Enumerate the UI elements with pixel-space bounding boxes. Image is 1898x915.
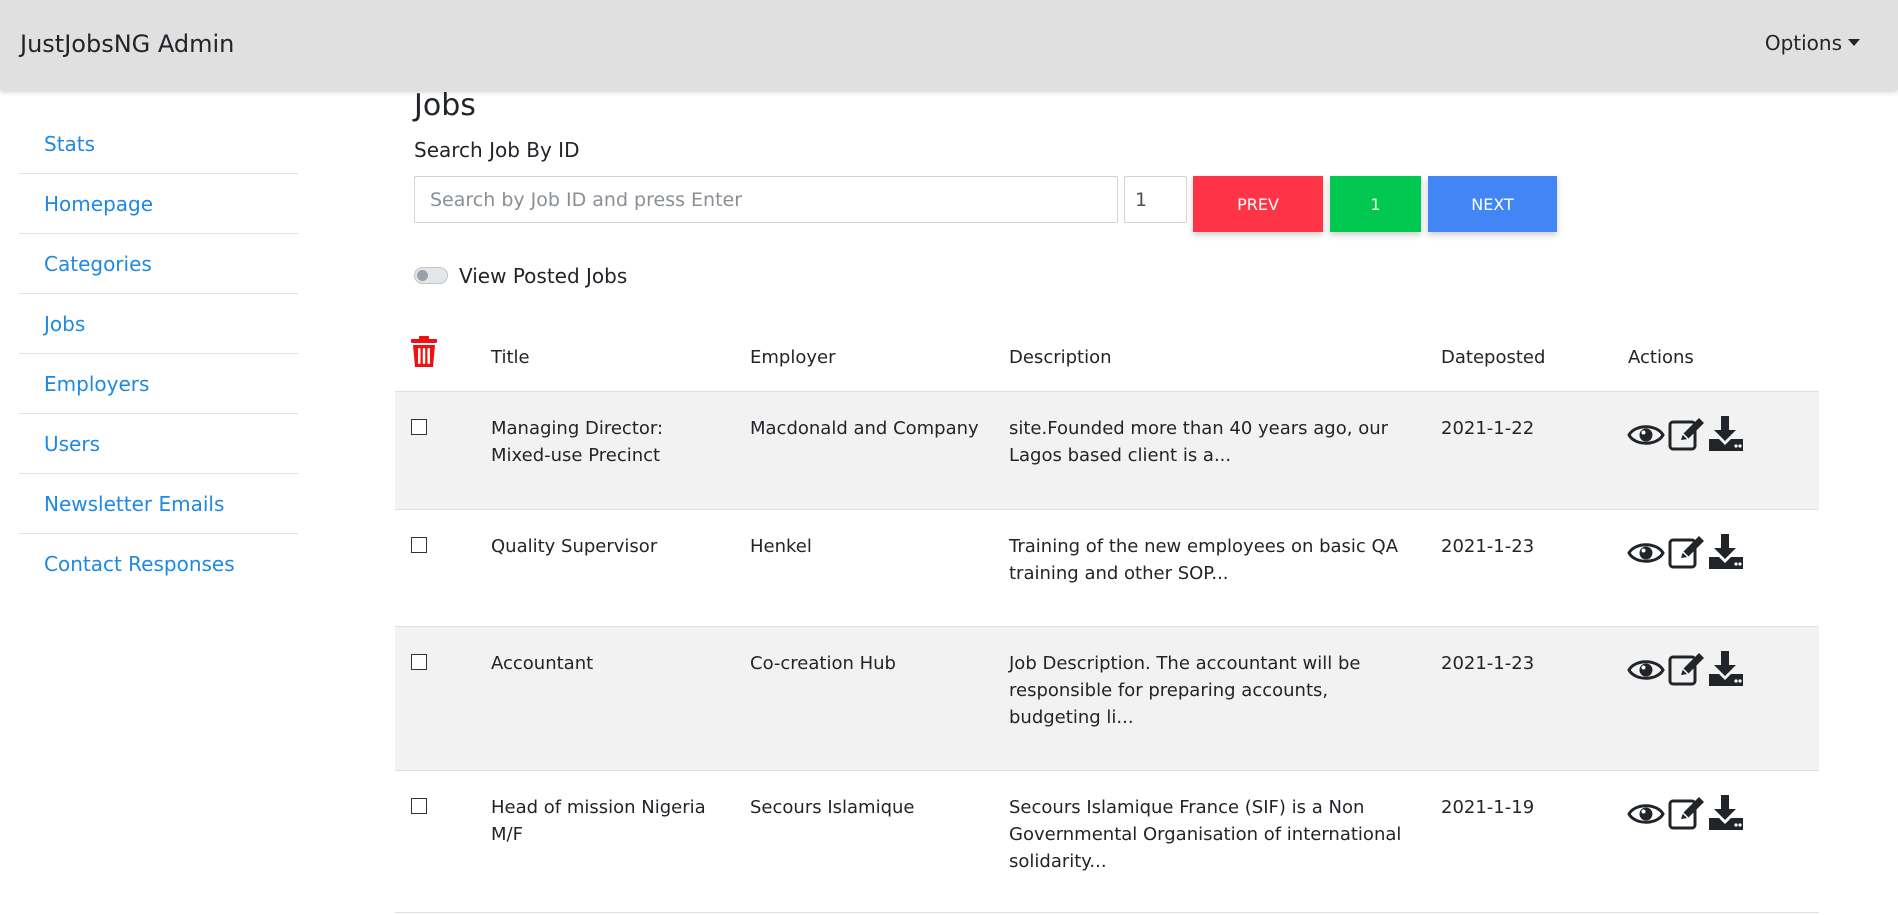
sidebar-item-categories[interactable]: Categories bbox=[19, 234, 298, 294]
row-description: Training of the new employees on basic Q… bbox=[1009, 536, 1399, 584]
download-icon[interactable] bbox=[1707, 534, 1745, 574]
row-checkbox[interactable] bbox=[411, 419, 427, 435]
brand-title[interactable]: JustJobsNG Admin bbox=[20, 30, 234, 58]
row-dateposted: 2021-1-19 bbox=[1441, 797, 1535, 818]
view-posted-jobs-toggle[interactable] bbox=[414, 267, 448, 284]
edit-icon[interactable] bbox=[1667, 651, 1705, 691]
sidebar-item-stats[interactable]: Stats bbox=[19, 114, 298, 174]
row-title: Quality Supervisor bbox=[491, 536, 658, 557]
row-employer: Henkel bbox=[750, 536, 812, 557]
sidebar-item-homepage[interactable]: Homepage bbox=[19, 174, 298, 234]
sidebar-item-users[interactable]: Users bbox=[19, 414, 298, 474]
row-checkbox[interactable] bbox=[411, 654, 427, 670]
edit-icon[interactable] bbox=[1667, 795, 1705, 835]
row-dateposted: 2021-1-23 bbox=[1441, 536, 1535, 557]
table-row: Head of mission Nigeria M/F Secours Isla… bbox=[395, 770, 1819, 912]
header-description: Description bbox=[1009, 347, 1112, 368]
table-bottom-border bbox=[395, 912, 1819, 913]
row-employer: Macdonald and Company bbox=[750, 418, 979, 439]
row-checkbox[interactable] bbox=[411, 798, 427, 814]
page-title: Jobs bbox=[414, 88, 476, 123]
sidebar-item-employers[interactable]: Employers bbox=[19, 354, 298, 414]
search-label: Search Job By ID bbox=[414, 138, 580, 162]
header-actions: Actions bbox=[1628, 347, 1694, 368]
row-dateposted: 2021-1-22 bbox=[1441, 418, 1535, 439]
row-description: Secours Islamique France (SIF) is a Non … bbox=[1009, 797, 1402, 872]
sidebar-item-newsletter-emails[interactable]: Newsletter Emails bbox=[19, 474, 298, 534]
row-description: Job Description. The accountant will be … bbox=[1009, 653, 1361, 728]
eye-icon[interactable] bbox=[1627, 795, 1665, 835]
options-label: Options bbox=[1764, 31, 1842, 55]
sidebar-nav: Stats Homepage Categories Jobs Employers… bbox=[19, 114, 298, 594]
row-employer: Co-creation Hub bbox=[750, 653, 896, 674]
eye-icon[interactable] bbox=[1627, 651, 1665, 691]
sidebar-item-jobs[interactable]: Jobs bbox=[19, 294, 298, 354]
top-navbar: JustJobsNG Admin Options bbox=[0, 0, 1898, 90]
toggle-label: View Posted Jobs bbox=[459, 264, 628, 288]
row-title: Managing Director: Mixed-use Precinct bbox=[491, 418, 664, 466]
eye-icon[interactable] bbox=[1627, 534, 1665, 574]
page-number-input[interactable] bbox=[1124, 176, 1187, 223]
row-title: Head of mission Nigeria M/F bbox=[491, 797, 706, 845]
row-description: site.Founded more than 40 years ago, our… bbox=[1009, 418, 1389, 466]
row-employer: Secours Islamique bbox=[750, 797, 915, 818]
row-checkbox[interactable] bbox=[411, 537, 427, 553]
header-title: Title bbox=[491, 347, 530, 368]
download-icon[interactable] bbox=[1707, 651, 1745, 691]
header-employer: Employer bbox=[750, 347, 836, 368]
row-title: Accountant bbox=[491, 653, 594, 674]
table-row: Quality Supervisor Henkel Training of th… bbox=[395, 509, 1819, 626]
toggle-knob bbox=[417, 270, 428, 281]
download-icon[interactable] bbox=[1707, 416, 1745, 456]
edit-icon[interactable] bbox=[1667, 534, 1705, 574]
caret-down-icon bbox=[1848, 39, 1860, 46]
download-icon[interactable] bbox=[1707, 795, 1745, 835]
edit-icon[interactable] bbox=[1667, 416, 1705, 456]
sidebar-item-contact-responses[interactable]: Contact Responses bbox=[19, 534, 298, 594]
trash-icon[interactable] bbox=[410, 336, 438, 372]
header-dateposted: Dateposted bbox=[1441, 347, 1546, 368]
current-page-button[interactable]: 1 bbox=[1330, 176, 1421, 232]
eye-icon[interactable] bbox=[1627, 416, 1665, 456]
prev-button[interactable]: PREV bbox=[1193, 176, 1323, 232]
table-row: Managing Director: Mixed-use Precinct Ma… bbox=[395, 391, 1819, 509]
search-job-id-input[interactable] bbox=[414, 176, 1118, 223]
options-dropdown[interactable]: Options bbox=[1765, 31, 1860, 55]
table-row: Accountant Co-creation Hub Job Descripti… bbox=[395, 626, 1819, 770]
row-dateposted: 2021-1-23 bbox=[1441, 653, 1535, 674]
next-button[interactable]: NEXT bbox=[1428, 176, 1557, 232]
